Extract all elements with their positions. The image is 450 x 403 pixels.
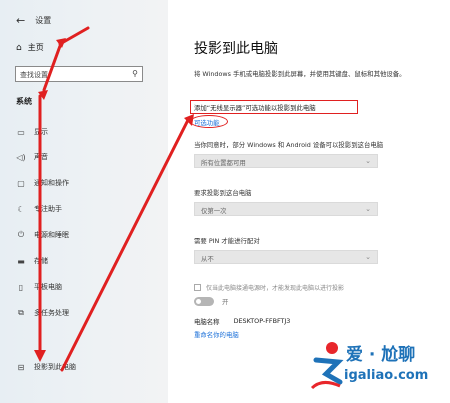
setting2-dropdown[interactable]: 仅第一次 ⌄ <box>194 202 378 216</box>
sidebar-item-home[interactable]: ⌂ 主页 <box>16 42 44 53</box>
sidebar-item-label: 投影到此电脑 <box>34 363 76 371</box>
settings-window: ← 设置 ⌂ 主页 查找设置 ⚲ 系统 ▭ 显示 ◁) 声音 ▢ 通知和操作 ☾… <box>0 0 450 403</box>
optional-features-link[interactable]: 可选功能 <box>194 118 220 127</box>
watermark-url: igaliao.com <box>344 368 429 383</box>
chevron-down-icon: ⌄ <box>365 205 371 213</box>
intro-text: 将 Windows 手机或电脑投影到此屏幕，并使用其键盘、鼠标和其他设备。 <box>194 70 406 78</box>
sidebar: ← 设置 ⌂ 主页 查找设置 ⚲ 系统 ▭ 显示 ◁) 声音 ▢ 通知和操作 ☾… <box>0 0 168 403</box>
setting1-dropdown[interactable]: 所有位置都可用 ⌄ <box>194 154 378 168</box>
project-icon: ⊟ <box>17 362 25 372</box>
sidebar-item-focus-assist[interactable]: ☾ 专注助手 <box>16 202 156 216</box>
setting3-value: 从不 <box>201 255 214 263</box>
moon-icon: ☾ <box>17 204 25 214</box>
notification-icon: ▢ <box>17 178 25 188</box>
power-checkbox-label: 仅当此电脑接通电源时，才能发现此电脑以进行投影 <box>206 285 345 292</box>
sidebar-item-sound[interactable]: ◁) 声音 <box>16 150 156 164</box>
sidebar-item-display[interactable]: ▭ 显示 <box>16 125 156 139</box>
sidebar-item-storage[interactable]: ▬ 存储 <box>16 254 156 268</box>
section-label-system: 系统 <box>16 97 32 106</box>
sidebar-item-tablet[interactable]: ▯ 平板电脑 <box>16 280 156 294</box>
sidebar-item-power[interactable]: ⏻ 电源和睡眠 <box>16 228 156 242</box>
sidebar-item-label: 显示 <box>34 128 48 136</box>
setting2-value: 仅第一次 <box>201 207 227 215</box>
sidebar-item-label: 多任务处理 <box>34 309 69 317</box>
sidebar-item-label: 专注助手 <box>34 205 62 213</box>
sidebar-item-label: 通知和操作 <box>34 179 69 187</box>
setting1-value: 所有位置都可用 <box>201 159 246 167</box>
setting3-dropdown[interactable]: 从不 ⌄ <box>194 250 378 264</box>
pc-name-row: 电脑名称 DESKTOP-FFBFTJ3 <box>194 317 290 326</box>
power-checkbox[interactable] <box>194 284 201 291</box>
speaker-icon: ◁) <box>16 152 26 162</box>
search-icon: ⚲ <box>132 69 138 78</box>
multitask-icon: ⧉ <box>18 308 24 317</box>
toggle-row: 开 <box>194 297 228 306</box>
setting1-label: 当你同意时，部分 Windows 和 Android 设备可以投影到这台电脑 <box>194 141 384 149</box>
sidebar-item-multitasking[interactable]: ⧉ 多任务处理 <box>16 306 156 320</box>
chevron-down-icon: ⌄ <box>365 157 371 165</box>
monitor-icon: ▭ <box>17 127 25 137</box>
sidebar-item-label: 平板电脑 <box>34 283 62 291</box>
search-input[interactable]: 查找设置 ⚲ <box>15 66 143 82</box>
sidebar-item-label: 声音 <box>34 153 48 161</box>
toggle-label: 开 <box>222 298 229 306</box>
watermark: 爱 · 尬聊 igaliao.com <box>310 336 450 398</box>
window-title: 设置 <box>35 15 52 25</box>
sidebar-item-notifications[interactable]: ▢ 通知和操作 <box>16 176 156 190</box>
watermark-brand: 爱 · 尬聊 <box>346 345 416 365</box>
storage-icon: ▬ <box>17 256 25 266</box>
setting3-label: 需要 PIN 才能进行配对 <box>194 237 260 245</box>
search-placeholder: 查找设置 <box>20 71 48 79</box>
power-icon: ⏻ <box>17 230 25 239</box>
pc-name-value: DESKTOP-FFBFTJ3 <box>233 317 291 325</box>
toggle-switch[interactable] <box>194 297 214 306</box>
sidebar-item-label: 电源和睡眠 <box>34 231 69 239</box>
chevron-down-icon: ⌄ <box>365 253 371 261</box>
home-icon: ⌂ <box>16 42 22 53</box>
sidebar-item-project-to-pc[interactable]: ⊟ 投影到此电脑 <box>16 360 156 374</box>
watermark-logo-icon <box>310 342 344 390</box>
home-label: 主页 <box>27 43 44 52</box>
sidebar-item-label: 存储 <box>34 257 48 265</box>
tablet-icon: ▯ <box>18 282 24 292</box>
page-title: 投影到此电脑 <box>194 41 278 57</box>
pc-name-label: 电脑名称 <box>194 318 220 326</box>
setting2-label: 要求投影到这台电脑 <box>194 189 252 197</box>
title-bar: ← 设置 <box>16 14 52 27</box>
back-arrow-icon[interactable]: ← <box>16 14 25 27</box>
power-checkbox-row[interactable]: 仅当此电脑接通电源时，才能发现此电脑以进行投影 <box>194 283 344 292</box>
rename-pc-link[interactable]: 重命名你的电脑 <box>194 330 239 339</box>
optional-feature-hint: 添加“无线显示器”可选功能以投影到此电脑 <box>194 104 316 112</box>
